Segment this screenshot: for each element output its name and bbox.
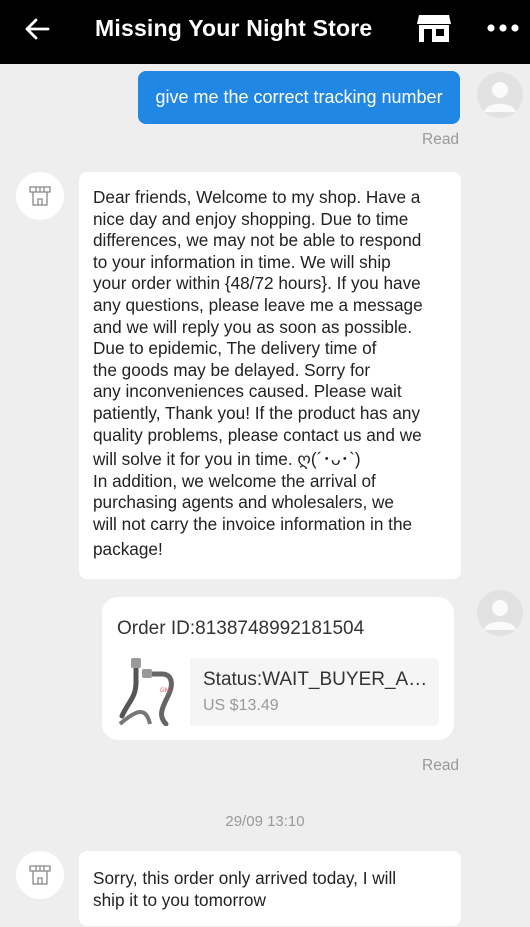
shop-welcome-message[interactable]: Dear friends, Welcome to my shop. Have a… — [79, 172, 461, 579]
message-line: package! — [93, 538, 163, 559]
shop-avatar[interactable] — [16, 851, 64, 899]
message-line: In addition, we welcome the arrival of — [93, 470, 376, 491]
message-line: ship it to you tomorrow — [93, 889, 266, 910]
message-line: Sorry, this order only arrived today, I … — [93, 868, 397, 888]
svg-text:GM: GM — [160, 687, 170, 694]
message-line: Due to epidemic, The delivery time of — [93, 338, 377, 359]
page-title: Missing Your Night Store — [95, 15, 373, 41]
message-line: and we will reply you as soon as possibl… — [93, 316, 413, 337]
message-line: the goods may be delayed. Sorry for — [93, 359, 371, 380]
back-arrow-icon[interactable] — [22, 14, 52, 44]
user-avatar[interactable] — [477, 72, 523, 118]
read-receipt: Read — [422, 131, 460, 148]
user-silhouette-icon — [484, 82, 516, 112]
message-line: any questions, please leave me a message — [93, 294, 423, 315]
read-receipt: Read — [422, 757, 460, 774]
top-bar: Missing Your Night Store — [0, 0, 530, 64]
shop-reply-message[interactable]: Sorry, this order only arrived today, I … — [79, 851, 461, 926]
order-card[interactable]: Order ID:8138748992181504 GM Status:WAIT… — [102, 597, 454, 740]
store-icon[interactable] — [416, 13, 452, 43]
message-line: purchasing agents and wholesalers, we — [93, 492, 394, 513]
message-line: Dear friends, Welcome to my shop. Have a — [93, 187, 421, 207]
outgoing-message[interactable]: give me the correct tracking number — [138, 71, 460, 124]
outgoing-message-text: give me the correct tracking number — [155, 87, 443, 107]
order-status: Status:WAIT_BUYER_ACCEPT_GOODS — [203, 669, 435, 690]
product-thumbnail: GM — [116, 658, 190, 726]
message-line: your order within {48/72 hours}. If you … — [93, 273, 421, 294]
message-line: will solve it for you in time. ღ(´･ᴗ･`) — [93, 449, 361, 470]
shop-icon — [29, 865, 51, 885]
order-id: Order ID:8138748992181504 — [117, 618, 365, 639]
message-line: patiently, Thank you! If the product has… — [93, 402, 421, 423]
user-silhouette-icon — [484, 600, 516, 630]
shop-icon — [29, 186, 51, 206]
message-timestamp: 29/09 13:10 — [225, 813, 305, 830]
user-avatar[interactable] — [477, 590, 523, 636]
message-line: to your information in time. We will shi… — [93, 251, 391, 272]
message-line: any inconveniences caused. Please wait — [93, 381, 402, 402]
message-line: will not carry the invoice information i… — [93, 513, 413, 534]
message-line: differences, we may not be able to respo… — [93, 230, 422, 251]
shop-avatar[interactable] — [16, 172, 64, 220]
order-item[interactable]: GM Status:WAIT_BUYER_ACCEPT_GOODS US $13… — [116, 658, 439, 726]
message-line: nice day and enjoy shopping. Due to time — [93, 208, 409, 229]
more-dots-icon[interactable] — [486, 22, 520, 34]
message-line: quality problems, please contact us and … — [93, 424, 422, 445]
order-price: US $13.49 — [203, 697, 279, 714]
